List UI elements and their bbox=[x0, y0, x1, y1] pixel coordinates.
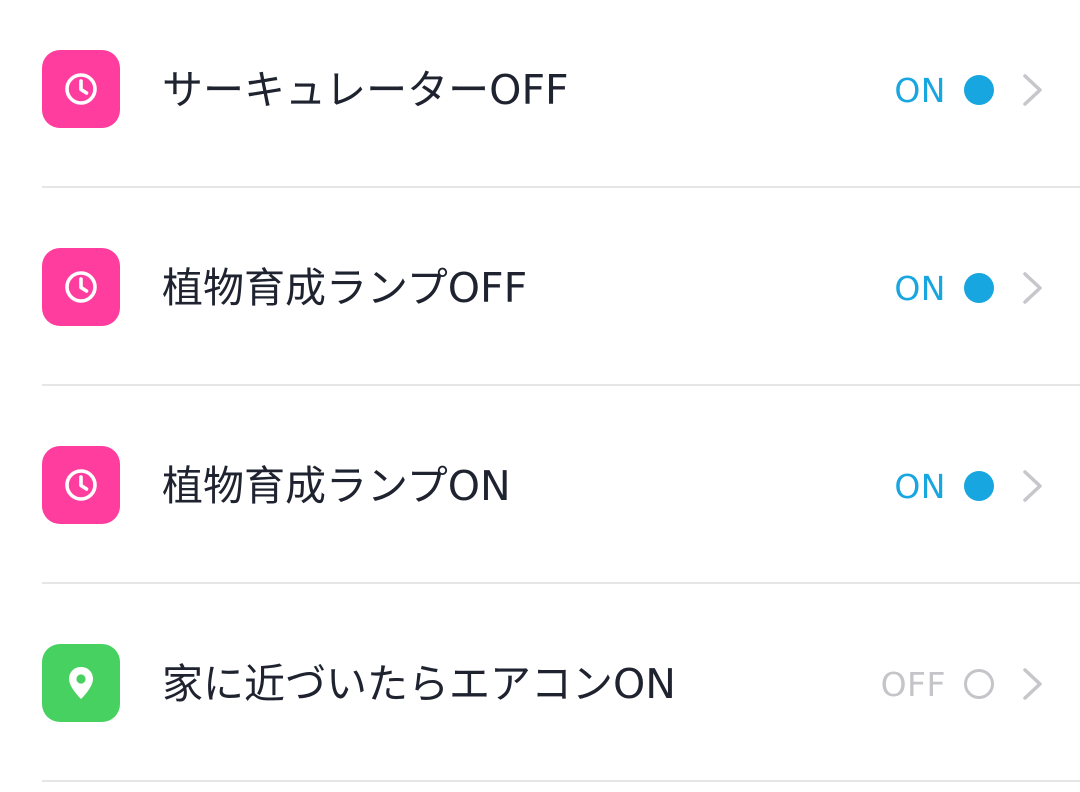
automation-title: 植物育成ランプOFF bbox=[162, 264, 528, 312]
automation-row-3[interactable]: 植物育成ランプON ON bbox=[0, 396, 1080, 594]
status-label: ON bbox=[894, 70, 946, 110]
automation-icon-tile bbox=[42, 446, 120, 524]
status-label: ON bbox=[894, 466, 946, 506]
row-divider bbox=[42, 384, 1080, 386]
chevron-right-icon bbox=[1020, 468, 1046, 504]
row-divider bbox=[42, 582, 1080, 584]
automation-icon-tile bbox=[42, 248, 120, 326]
automation-list: サーキュレーターOFF ON 植物育成ランプOFF ON 植物育成ランプON O… bbox=[0, 0, 1080, 788]
automation-status: ON bbox=[894, 62, 994, 118]
automation-icon-tile bbox=[42, 644, 120, 722]
status-on-dot-icon bbox=[964, 471, 994, 501]
automation-row-2[interactable]: 植物育成ランプOFF ON bbox=[0, 198, 1080, 396]
status-label: OFF bbox=[880, 664, 946, 704]
automation-status: ON bbox=[894, 458, 994, 514]
automation-title: 家に近づいたらエアコンON bbox=[162, 660, 676, 708]
automation-row-4[interactable]: 家に近づいたらエアコンON OFF bbox=[0, 594, 1080, 792]
status-label: ON bbox=[894, 268, 946, 308]
status-on-dot-icon bbox=[964, 75, 994, 105]
status-on-dot-icon bbox=[964, 273, 994, 303]
automation-title: サーキュレーターOFF bbox=[162, 66, 569, 114]
automation-status: ON bbox=[894, 260, 994, 316]
automation-icon-tile bbox=[42, 50, 120, 128]
automation-title: 植物育成ランプON bbox=[162, 462, 511, 510]
automation-row-1[interactable]: サーキュレーターOFF ON bbox=[0, 0, 1080, 198]
clock-icon bbox=[65, 469, 97, 501]
chevron-right-icon bbox=[1020, 666, 1046, 702]
automation-status: OFF bbox=[881, 656, 994, 712]
clock-icon bbox=[65, 271, 97, 303]
clock-icon bbox=[65, 73, 97, 105]
chevron-right-icon bbox=[1020, 72, 1046, 108]
row-divider bbox=[42, 780, 1080, 782]
row-divider bbox=[42, 186, 1080, 188]
chevron-right-icon bbox=[1020, 270, 1046, 306]
location-pin-icon bbox=[69, 667, 93, 699]
status-off-ring-icon bbox=[964, 669, 994, 699]
